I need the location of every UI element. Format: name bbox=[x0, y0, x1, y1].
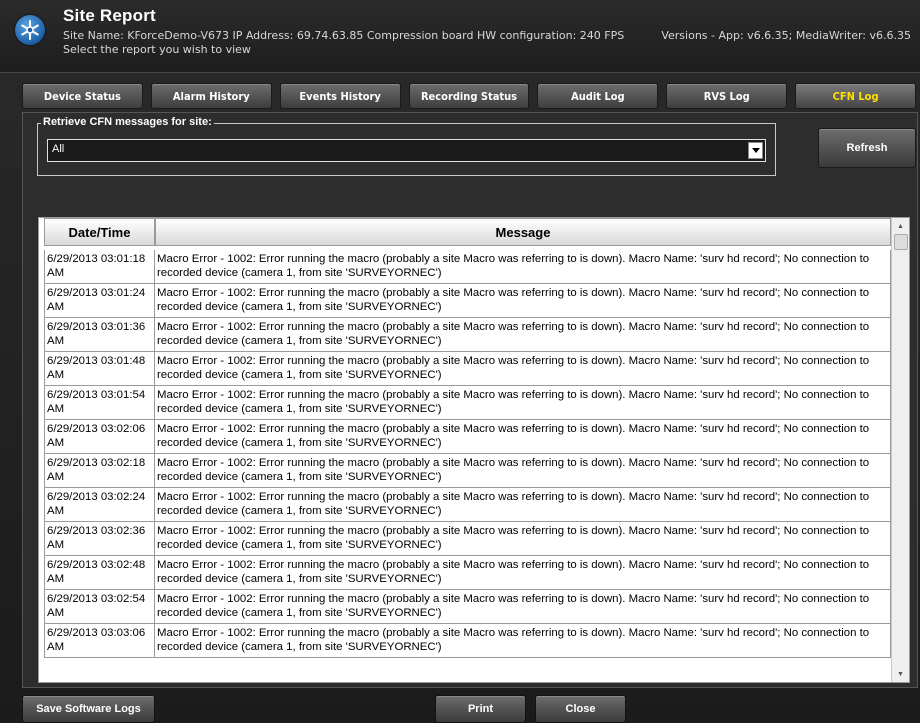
message-cell: Macro Error - 1002: Error running the ma… bbox=[155, 284, 891, 317]
datetime-cell: 6/29/2013 03:02:54 AM bbox=[44, 590, 155, 623]
print-button[interactable]: Print bbox=[435, 695, 526, 723]
table-row[interactable]: 6/29/2013 03:01:24 AM Macro Error - 1002:… bbox=[44, 284, 891, 318]
snowflake-icon bbox=[15, 15, 45, 45]
table-row[interactable]: 6/29/2013 03:02:24 AM Macro Error - 1002:… bbox=[44, 488, 891, 522]
datetime-cell: 6/29/2013 03:02:48 AM bbox=[44, 556, 155, 589]
message-cell: Macro Error - 1002: Error running the ma… bbox=[155, 352, 891, 385]
message-cell: Macro Error - 1002: Error running the ma… bbox=[155, 250, 891, 283]
message-cell: Macro Error - 1002: Error running the ma… bbox=[155, 420, 891, 453]
message-cell: Macro Error - 1002: Error running the ma… bbox=[155, 454, 891, 487]
datetime-cell: 6/29/2013 03:01:36 AM bbox=[44, 318, 155, 351]
message-cell: Macro Error - 1002: Error running the ma… bbox=[155, 318, 891, 351]
table-row[interactable]: 6/29/2013 03:02:54 AM Macro Error - 1002:… bbox=[44, 590, 891, 624]
scrollbar-thumb[interactable] bbox=[894, 234, 908, 250]
report-tabs: Device Status Alarm History Events Histo… bbox=[22, 83, 917, 109]
column-header-message[interactable]: Message bbox=[155, 218, 891, 246]
table-row[interactable]: 6/29/2013 03:02:36 AM Macro Error - 1002:… bbox=[44, 522, 891, 556]
message-cell: Macro Error - 1002: Error running the ma… bbox=[155, 624, 891, 657]
instruction-text: Select the report you wish to view bbox=[63, 43, 251, 56]
tab-recording-status[interactable]: Recording Status bbox=[408, 83, 530, 109]
header: Site Report Site Name: KForceDemo-V673 I… bbox=[0, 0, 920, 73]
tab-cfn-log[interactable]: CFN Log bbox=[795, 83, 917, 109]
table-row[interactable]: 6/29/2013 03:02:06 AM Macro Error - 1002:… bbox=[44, 420, 891, 454]
site-filter-group: Retrieve CFN messages for site: All bbox=[37, 116, 776, 176]
tab-events-history[interactable]: Events History bbox=[279, 83, 401, 109]
datetime-cell: 6/29/2013 03:01:18 AM bbox=[44, 250, 155, 283]
page-title: Site Report bbox=[63, 6, 156, 25]
save-software-logs-button[interactable]: Save Software Logs bbox=[22, 695, 155, 723]
table-row[interactable]: 6/29/2013 03:03:06 AM Macro Error - 1002:… bbox=[44, 624, 891, 658]
tab-device-status[interactable]: Device Status bbox=[22, 83, 143, 109]
table-row[interactable]: 6/29/2013 03:01:36 AM Macro Error - 1002:… bbox=[44, 318, 891, 352]
datetime-cell: 6/29/2013 03:01:48 AM bbox=[44, 352, 155, 385]
scroll-up-icon[interactable]: ▲ bbox=[892, 218, 909, 234]
chevron-down-icon[interactable] bbox=[748, 142, 763, 159]
datetime-cell: 6/29/2013 03:02:06 AM bbox=[44, 420, 155, 453]
message-cell: Macro Error - 1002: Error running the ma… bbox=[155, 522, 891, 555]
message-cell: Macro Error - 1002: Error running the ma… bbox=[155, 386, 891, 419]
message-cell: Macro Error - 1002: Error running the ma… bbox=[155, 488, 891, 521]
close-button[interactable]: Close bbox=[535, 695, 626, 723]
datetime-cell: 6/29/2013 03:01:54 AM bbox=[44, 386, 155, 419]
site-select[interactable]: All bbox=[47, 139, 766, 162]
message-cell: Macro Error - 1002: Error running the ma… bbox=[155, 556, 891, 589]
table-body: 6/29/2013 03:01:18 AM Macro Error - 1002:… bbox=[44, 250, 891, 658]
site-info-text: Site Name: KForceDemo-V673 IP Address: 6… bbox=[63, 29, 625, 42]
cfn-log-panel: Retrieve CFN messages for site: All Refr… bbox=[22, 112, 918, 688]
versions-text: Versions - App: v6.6.35; MediaWriter: v6… bbox=[661, 29, 911, 42]
scroll-down-icon[interactable]: ▼ bbox=[892, 666, 909, 682]
table-row[interactable]: 6/29/2013 03:02:18 AM Macro Error - 1002:… bbox=[44, 454, 891, 488]
datetime-cell: 6/29/2013 03:02:18 AM bbox=[44, 454, 155, 487]
site-filter-label: Retrieve CFN messages for site: bbox=[41, 116, 214, 128]
refresh-button[interactable]: Refresh bbox=[818, 128, 916, 168]
column-header-datetime[interactable]: Date/Time bbox=[44, 218, 155, 246]
datetime-cell: 6/29/2013 03:02:36 AM bbox=[44, 522, 155, 555]
table-header: Date/Time Message bbox=[39, 218, 891, 248]
vertical-scrollbar[interactable]: ▲ ▼ bbox=[891, 218, 909, 682]
table-row[interactable]: 6/29/2013 03:01:54 AM Macro Error - 1002:… bbox=[44, 386, 891, 420]
table-row[interactable]: 6/29/2013 03:01:48 AM Macro Error - 1002:… bbox=[44, 352, 891, 386]
datetime-cell: 6/29/2013 03:03:06 AM bbox=[44, 624, 155, 657]
datetime-cell: 6/29/2013 03:02:24 AM bbox=[44, 488, 155, 521]
message-cell: Macro Error - 1002: Error running the ma… bbox=[155, 590, 891, 623]
table-row[interactable]: 6/29/2013 03:01:18 AM Macro Error - 1002:… bbox=[44, 250, 891, 284]
tab-alarm-history[interactable]: Alarm History bbox=[150, 83, 272, 109]
tab-rvs-log[interactable]: RVS Log bbox=[666, 83, 788, 109]
tab-audit-log[interactable]: Audit Log bbox=[537, 83, 659, 109]
cfn-log-table: Date/Time Message 6/29/2013 03:01:18 AM M… bbox=[38, 217, 910, 683]
site-select-value: All bbox=[52, 143, 65, 155]
table-row[interactable]: 6/29/2013 03:02:48 AM Macro Error - 1002:… bbox=[44, 556, 891, 590]
site-report-window: Site Report Site Name: KForceDemo-V673 I… bbox=[0, 0, 920, 723]
datetime-cell: 6/29/2013 03:01:24 AM bbox=[44, 284, 155, 317]
